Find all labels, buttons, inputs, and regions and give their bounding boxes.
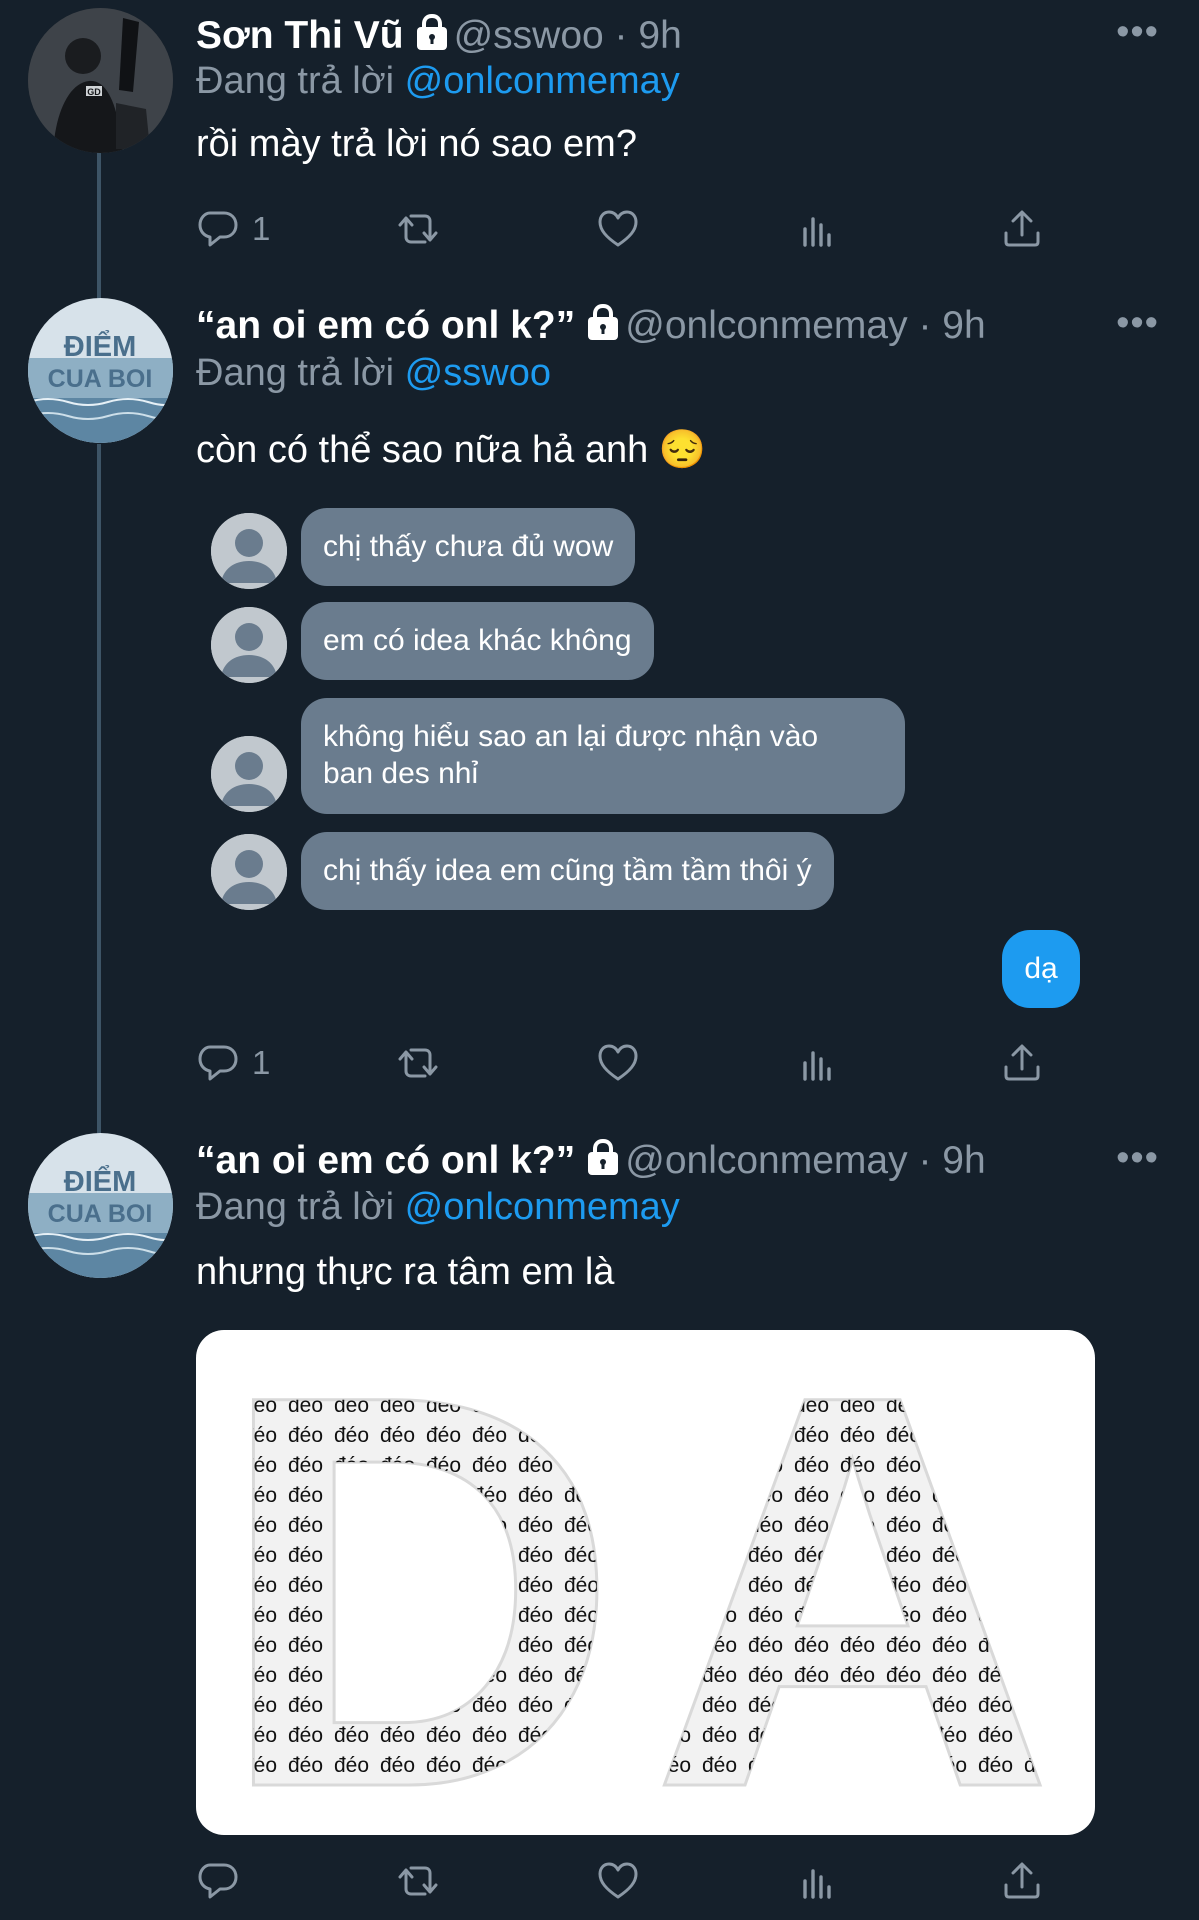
- person-icon: [211, 736, 287, 812]
- user-handle[interactable]: @onlconmemay: [625, 1139, 907, 1182]
- chat-bubble-line: ban des nhỉ: [323, 757, 479, 790]
- share-icon: [1004, 1862, 1040, 1899]
- share-icon: [1004, 210, 1040, 247]
- share-button[interactable]: [1000, 1038, 1044, 1088]
- analytics-button[interactable]: [796, 204, 840, 254]
- tweet-header: Sơn Thi Vũ @sswoo · 9h: [196, 12, 682, 60]
- retweet-button[interactable]: [396, 204, 440, 254]
- replying-to: Đang trả lời @onlconmemay: [196, 1184, 680, 1230]
- album-title-line-1: ĐIỂM: [64, 1164, 137, 1198]
- display-name[interactable]: “an oi em có onl k?”: [196, 1139, 575, 1182]
- chat-bubble: chị thấy chưa đủ wow: [301, 508, 636, 586]
- separator: ·: [918, 304, 932, 347]
- tweet-text: nhưng thực ra tâm em là: [196, 1251, 615, 1293]
- display-name[interactable]: Sơn Thi Vũ: [196, 14, 404, 57]
- reply-handle-link[interactable]: @sswoo: [405, 352, 551, 394]
- reply-icon: [198, 1045, 238, 1081]
- reply-button[interactable]: 1: [196, 204, 270, 254]
- more-icon[interactable]: •••: [1116, 1139, 1159, 1177]
- chat-bubble-sent: dạ: [1002, 930, 1080, 1008]
- timestamp[interactable]: 9h: [942, 304, 985, 347]
- lock-icon: [414, 14, 449, 52]
- replying-to: Đang trả lời @sswoo: [196, 350, 551, 396]
- more-icon[interactable]: •••: [1116, 304, 1159, 342]
- reply-handle-link[interactable]: @onlconmemay: [405, 60, 680, 102]
- analytics-button[interactable]: [796, 1038, 840, 1088]
- analytics-icon: [803, 1051, 831, 1081]
- more-icon[interactable]: •••: [1116, 13, 1159, 51]
- reply-count: 1: [252, 210, 271, 247]
- avatar[interactable]: GD: [28, 8, 173, 153]
- user-handle[interactable]: @sswoo: [454, 14, 604, 57]
- thread-line: [97, 444, 101, 1134]
- retweet-button[interactable]: [396, 1038, 440, 1088]
- tweet-header: “an oi em có onl k?” @onlconmemay · 9h: [196, 302, 986, 350]
- replying-to-label: Đang trả lời: [196, 352, 395, 394]
- action-bar: 1: [196, 204, 1056, 254]
- like-button[interactable]: [596, 1038, 640, 1088]
- replying-to-label: Đang trả lời: [196, 60, 395, 102]
- analytics-icon: [803, 1869, 831, 1899]
- retweet-icon: [398, 214, 438, 244]
- lock-icon: [586, 304, 621, 342]
- reply-handle-link[interactable]: @onlconmemay: [405, 1186, 680, 1228]
- chat-bubble: chị thấy idea em cũng tầm tầm thôi ý: [301, 832, 834, 910]
- album-title-line-2: CUA BOI: [48, 365, 153, 393]
- display-name[interactable]: “an oi em có onl k?”: [196, 304, 575, 347]
- separator: ·: [614, 14, 628, 57]
- chat-bubble: không hiểu sao an lại được nhận vào ban …: [301, 698, 905, 814]
- like-button[interactable]: [596, 204, 640, 254]
- reply-count: 1: [252, 1044, 271, 1081]
- person-icon: [211, 834, 287, 910]
- letters-image: đéo DA DA: [215, 1330, 1085, 1835]
- tweet-text: còn có thể sao nữa hả anh 😔: [196, 429, 707, 471]
- share-icon: [1004, 1044, 1040, 1081]
- chat-bubble-line: không hiểu sao an lại được nhận vào: [323, 720, 819, 753]
- reply-button[interactable]: [196, 1856, 240, 1906]
- album-title-line-2: CUA BOI: [48, 1200, 153, 1228]
- like-icon: [598, 1862, 638, 1899]
- tweet-text: rồi mày trả lời nó sao em?: [196, 123, 637, 165]
- avatar[interactable]: ĐIỂM CUA BOI: [28, 298, 173, 443]
- thread-line: [97, 150, 101, 300]
- separator: ·: [918, 1139, 932, 1182]
- timestamp[interactable]: 9h: [942, 1139, 985, 1182]
- tweet-header: “an oi em có onl k?” @onlconmemay · 9h: [196, 1137, 986, 1185]
- tweet-image[interactable]: đéo DA DA: [196, 1330, 1095, 1835]
- timestamp[interactable]: 9h: [638, 14, 681, 57]
- share-button[interactable]: [1000, 1856, 1044, 1906]
- avatar-tile-text: GD: [87, 87, 101, 97]
- person-icon: [211, 607, 287, 683]
- action-bar: 1: [196, 1038, 1056, 1088]
- user-handle[interactable]: @onlconmemay: [625, 304, 907, 347]
- reply-icon: [198, 1863, 238, 1899]
- action-bar: [196, 1856, 1056, 1906]
- person-icon: [211, 513, 287, 589]
- retweet-icon: [398, 1866, 438, 1896]
- album-title-line-1: ĐIỂM: [64, 329, 137, 363]
- like-icon: [598, 1044, 638, 1081]
- reply-icon: [198, 211, 238, 247]
- big-letters: DA: [216, 1330, 1085, 1835]
- analytics-icon: [803, 217, 831, 247]
- replying-to: Đang trả lời @onlconmemay: [196, 58, 680, 104]
- avatar[interactable]: ĐIỂM CUA BOI: [28, 1133, 173, 1278]
- retweet-icon: [398, 1048, 438, 1078]
- chat-bubble: em có idea khác không: [301, 602, 654, 680]
- analytics-button[interactable]: [796, 1856, 840, 1906]
- share-button[interactable]: [1000, 204, 1044, 254]
- like-icon: [598, 210, 638, 247]
- replying-to-label: Đang trả lời: [196, 1186, 395, 1228]
- lock-icon: [586, 1139, 621, 1177]
- like-button[interactable]: [596, 1856, 640, 1906]
- reply-button[interactable]: 1: [196, 1038, 270, 1088]
- retweet-button[interactable]: [396, 1856, 440, 1906]
